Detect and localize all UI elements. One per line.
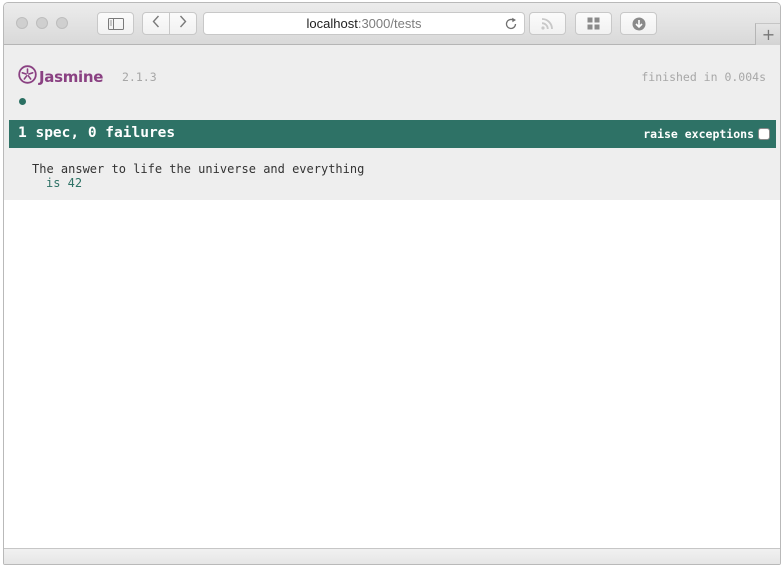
jasmine-logo-text: Jasmine [39,67,104,86]
reload-icon[interactable] [504,17,518,36]
jasmine-reporter: Jasmine 2.1.3 finished in 0.004s 1 spec,… [4,45,780,200]
jasmine-flower-icon [18,65,37,88]
minimize-window-button[interactable] [36,17,48,29]
address-bar[interactable]: localhost:3000/tests [203,12,525,35]
downloads-button[interactable] [620,12,657,35]
raise-exceptions-checkbox[interactable] [758,128,770,140]
spec-description[interactable]: is 42 [46,176,82,190]
rss-icon [541,17,554,30]
jasmine-banner: Jasmine 2.1.3 finished in 0.004s [18,65,766,89]
raise-exceptions-label: raise exceptions [643,127,754,141]
forward-button[interactable] [169,13,196,34]
browser-window: localhost:3000/tests + Jasmine 2.1.3 fin… [3,2,781,565]
back-icon [152,15,160,33]
sidebar-icon [107,17,124,30]
back-button[interactable] [143,13,169,34]
navigation-buttons [142,12,197,35]
results-summary[interactable]: 1 spec, 0 failures [18,125,175,141]
spec-passed-dot[interactable] [19,98,26,105]
forward-icon [179,15,187,33]
close-window-button[interactable] [16,17,28,29]
status-bar [4,548,780,564]
jasmine-version: 2.1.3 [122,70,157,84]
raise-exceptions-toggle[interactable]: raise exceptions [643,127,770,141]
rss-button[interactable] [529,12,566,35]
top-sites-button[interactable] [575,12,612,35]
sidebar-button[interactable] [97,12,134,35]
zoom-window-button[interactable] [56,17,68,29]
jasmine-logo[interactable]: Jasmine [18,65,103,88]
results-summary-bar: 1 spec, 0 failures raise exceptions [9,120,776,148]
browser-toolbar: localhost:3000/tests + [4,3,780,45]
new-tab-button[interactable]: + [755,23,780,45]
grid-icon [587,17,600,30]
run-duration: finished in 0.004s [641,70,766,84]
suite-description[interactable]: The answer to life the universe and ever… [32,162,364,176]
plus-icon: + [761,24,776,44]
address-url: localhost:3000/tests [306,16,422,31]
download-icon [632,17,646,31]
